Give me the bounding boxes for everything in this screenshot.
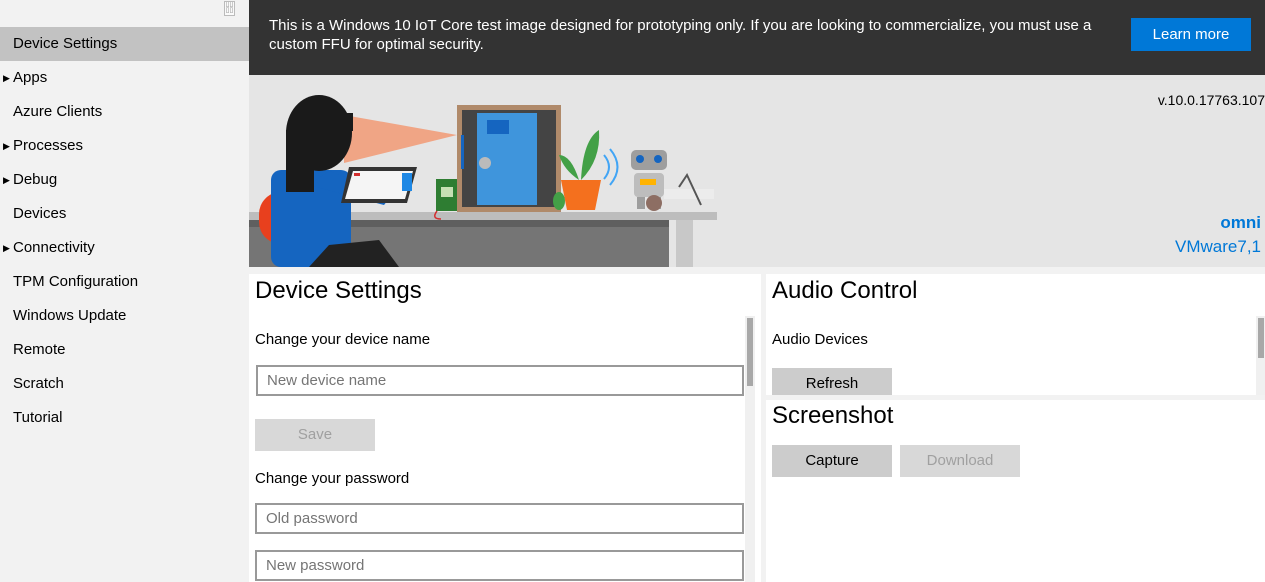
audio-control-title: Audio Control <box>772 277 918 304</box>
change-password-label: Change your password <box>255 470 410 487</box>
refresh-button[interactable]: Refresh <box>772 368 892 395</box>
sidebar-item-apps[interactable]: ▶ Apps <box>0 61 249 95</box>
sidebar-item-debug[interactable]: ▶ Debug <box>0 163 249 197</box>
sidebar-item-tutorial[interactable]: Tutorial <box>0 401 249 435</box>
sidebar-item-label: TPM Configuration <box>13 273 139 290</box>
sidebar-item-scratch[interactable]: Scratch <box>0 367 249 401</box>
sidebar-nav: Device Settings ▶ Apps Azure Clients ▶ Proces… <box>0 27 249 435</box>
sidebar-item-label: Azure Clients <box>13 103 103 120</box>
notification-banner: This is a Windows 10 IoT Core test image… <box>249 0 1265 75</box>
sidebar-item-label: Debug <box>13 171 58 188</box>
audio-control-scrollbar[interactable] <box>1256 316 1265 395</box>
banner-message: This is a Windows 10 IoT Core test image… <box>269 17 1092 53</box>
sidebar-item-label: Apps <box>13 69 48 86</box>
sidebar-item-label: Scratch <box>13 375 64 392</box>
change-device-name-label: Change your device name <box>255 331 431 348</box>
audio-control-panel: Audio Control Audio Devices Refresh <box>766 274 1265 395</box>
device-settings-panel: Device Settings Change your device name … <box>249 274 761 582</box>
sidebar-item-label: Device Settings <box>13 35 118 52</box>
sidebar-item-connectivity[interactable]: ▶ Connectivity <box>0 231 249 265</box>
device-name-input[interactable] <box>256 365 744 396</box>
sidebar-item-azure-clients[interactable]: Azure Clients <box>0 95 249 129</box>
audio-devices-label: Audio Devices <box>772 331 868 348</box>
sidebar-item-label: Processes <box>13 137 84 154</box>
collapse-icon[interactable]: ▯▯ ▯▯ <box>224 1 235 16</box>
capture-button[interactable]: Capture <box>772 445 892 477</box>
sidebar-item-tpm-configuration[interactable]: TPM Configuration <box>0 265 249 299</box>
device-model: VMware7,1 <box>1175 237 1261 256</box>
device-portal: ▯▯ ▯▯ Device Settings ▶ Apps Azure Clients ▶ P… <box>0 0 1265 582</box>
sidebar-item-label: Connectivity <box>13 239 95 256</box>
sidebar-item-label: Devices <box>13 205 67 222</box>
learn-more-button[interactable]: Learn more <box>1131 18 1251 51</box>
sidebar-item-label: Windows Update <box>13 307 127 324</box>
scrollbar-thumb[interactable] <box>747 318 753 386</box>
new-password-field[interactable] <box>255 550 744 581</box>
screenshot-panel: Screenshot Capture Download <box>766 400 1265 582</box>
expand-arrow-icon[interactable]: ▶ <box>3 61 10 95</box>
device-name: omni <box>1220 213 1261 232</box>
sidebar-item-label: Tutorial <box>13 409 63 426</box>
sidebar-item-label: Remote <box>13 341 66 358</box>
screenshot-title: Screenshot <box>772 402 894 429</box>
device-settings-title: Device Settings <box>255 277 422 304</box>
sidebar-item-windows-update[interactable]: Windows Update <box>0 299 249 333</box>
sidebar-item-processes[interactable]: ▶ Processes <box>0 129 249 163</box>
old-password-field[interactable] <box>255 503 744 534</box>
sidebar-item-device-settings[interactable]: Device Settings <box>0 27 249 61</box>
scrollbar-thumb[interactable] <box>1258 318 1264 358</box>
sidebar: ▯▯ ▯▯ Device Settings ▶ Apps Azure Clients ▶ P… <box>0 0 249 582</box>
os-version: v.10.0.17763.107 <box>1157 92 1265 108</box>
hero-illustration <box>249 95 717 267</box>
expand-arrow-icon[interactable]: ▶ <box>3 129 10 163</box>
sidebar-item-remote[interactable]: Remote <box>0 333 249 367</box>
expand-arrow-icon[interactable]: ▶ <box>3 231 10 265</box>
expand-arrow-icon[interactable]: ▶ <box>3 163 10 197</box>
download-button[interactable]: Download <box>900 445 1020 477</box>
device-settings-scrollbar[interactable] <box>745 316 755 582</box>
sidebar-item-devices[interactable]: Devices <box>0 197 249 231</box>
save-button[interactable]: Save <box>255 419 375 451</box>
hero-banner: v.10.0.17763.107 omni VMware7,1 <box>249 75 1265 267</box>
